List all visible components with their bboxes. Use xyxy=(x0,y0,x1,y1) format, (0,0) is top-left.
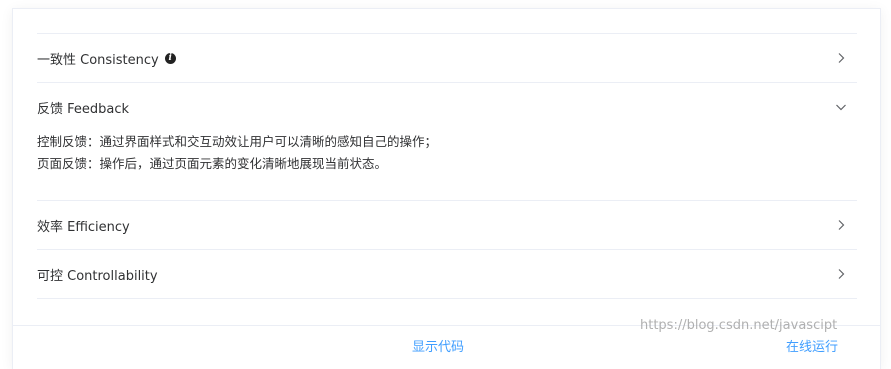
chevron-right-icon[interactable] xyxy=(835,52,847,64)
demo-card: 一致性 Consistency i 反馈 Feedback 控制反馈：通过界面样… xyxy=(12,8,881,369)
collapse-item-consistency: 一致性 Consistency i xyxy=(37,34,857,83)
watermark: https://blog.csdn.net/javascipt xyxy=(640,318,838,333)
content-line: 页面反馈：操作后，通过页面元素的变化清晰地展现当前状态。 xyxy=(37,156,388,171)
chevron-right-icon[interactable] xyxy=(835,268,847,280)
collapse-item-controllability: 可控 Controllability xyxy=(37,250,857,299)
collapse-item-efficiency: 效率 Efficiency xyxy=(37,201,857,250)
collapse-header-efficiency[interactable]: 效率 Efficiency xyxy=(37,201,857,249)
collapse-content-feedback: 控制反馈：通过界面样式和交互动效让用户可以清晰的感知自己的操作； 页面反馈：操作… xyxy=(37,131,857,200)
collapse-title: 可控 Controllability xyxy=(37,265,158,284)
collapse-title-label: 效率 Efficiency xyxy=(37,219,130,235)
collapse-title-label: 一致性 Consistency xyxy=(37,52,159,68)
collapse-title-label: 可控 Controllability xyxy=(37,268,158,284)
collapse-header-consistency[interactable]: 一致性 Consistency i xyxy=(37,34,857,82)
collapse-title: 一致性 Consistency i xyxy=(37,49,176,68)
collapse-title: 反馈 Feedback xyxy=(37,98,129,117)
collapse-title-label: 反馈 Feedback xyxy=(37,101,130,117)
chevron-right-icon[interactable] xyxy=(835,219,847,231)
collapse-item-feedback: 反馈 Feedback 控制反馈：通过界面样式和交互动效让用户可以清晰的感知自己… xyxy=(37,83,857,201)
collapse-title: 效率 Efficiency xyxy=(37,216,130,235)
collapse-panel: 一致性 Consistency i 反馈 Feedback 控制反馈：通过界面样… xyxy=(37,33,857,299)
run-online-link[interactable]: 在线运行 xyxy=(786,336,838,355)
info-icon[interactable]: i xyxy=(164,52,176,64)
content-line: 控制反馈：通过界面样式和交互动效让用户可以清晰的感知自己的操作； xyxy=(37,134,438,149)
collapse-header-controllability[interactable]: 可控 Controllability xyxy=(37,250,857,298)
show-code-link[interactable]: 显示代码 xyxy=(412,336,464,355)
chevron-down-icon[interactable] xyxy=(835,101,847,113)
collapse-header-feedback[interactable]: 反馈 Feedback xyxy=(37,83,857,131)
